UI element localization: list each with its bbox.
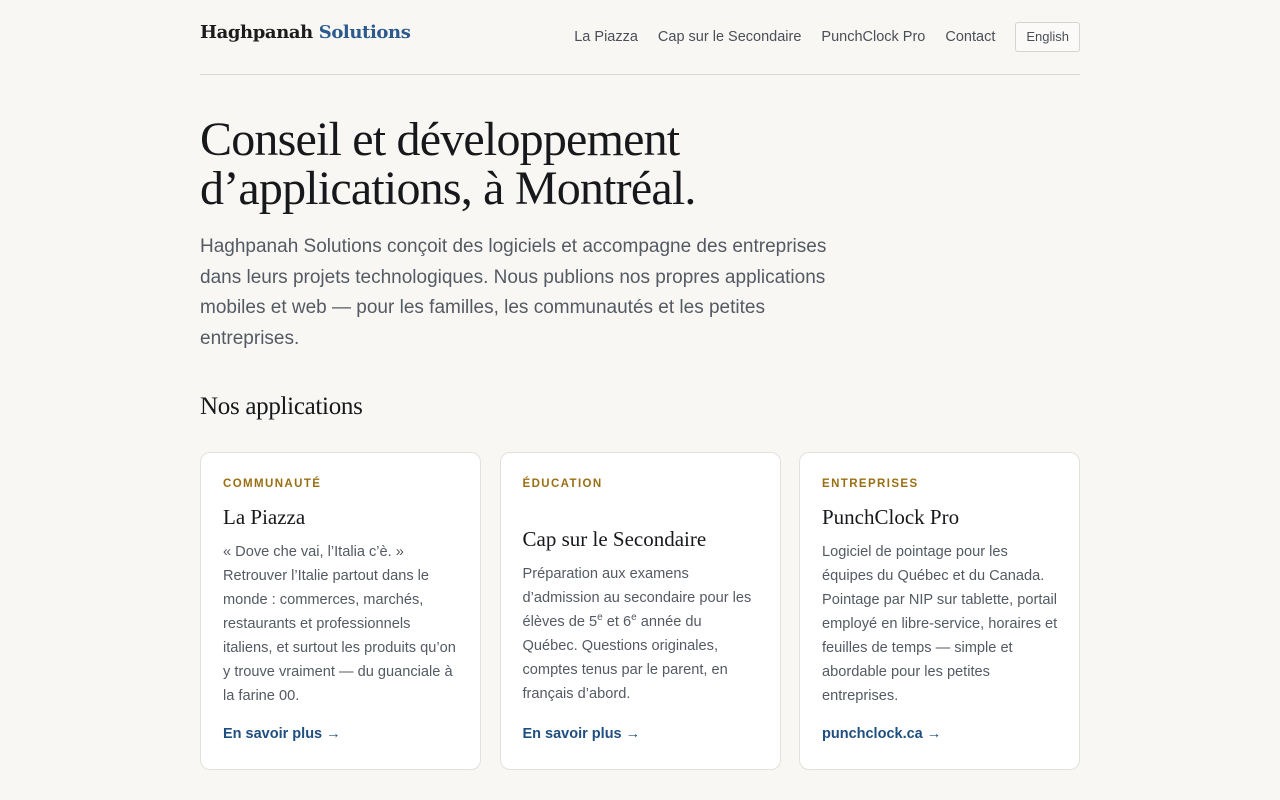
arrow-right-icon: → (926, 726, 942, 742)
language-button[interactable]: English (1015, 22, 1080, 52)
arrow-right-icon: → (326, 726, 341, 742)
arrow-right-icon: → (625, 726, 641, 742)
card-tag: ENTREPRISES (822, 478, 919, 490)
site-header: Haghpanah Solutions La Piazza Cap sur le… (200, 0, 1080, 75)
hero-title-line-1: Conseil et développement (200, 113, 680, 166)
main-nav: La Piazza Cap sur le Secondaire PunchClo… (574, 22, 1080, 52)
brand-logo[interactable]: Haghpanah Solutions (200, 22, 411, 43)
hero-title-line-2: d’applications, à Montréal. (200, 162, 696, 215)
card-title: PunchClock Pro (822, 505, 960, 529)
nav-item-contact[interactable]: Contact (945, 22, 995, 52)
card-description: Logiciel de pointage pour les équipes du… (822, 544, 1058, 704)
link-label: En savoir plus (223, 726, 323, 742)
card-title: La Piazza (223, 505, 306, 529)
app-card-la-piazza: COMMUNAUTÉ La Piazza « Dove che vai, l’I… (200, 452, 481, 770)
page: Haghpanah Solutions La Piazza Cap sur le… (200, 0, 1080, 770)
nav-item-punchclock-pro[interactable]: PunchClock Pro (821, 22, 925, 52)
card-description-part: et 6 (602, 614, 632, 630)
apps-section-title: Nos applications (200, 393, 363, 420)
card-title: Cap sur le Secondaire (522, 527, 707, 551)
card-description: « Dove che vai, l’Italia c’è. » Retrouve… (223, 544, 456, 704)
learn-more-link[interactable]: En savoir plus → (223, 726, 341, 742)
apps-cards: COMMUNAUTÉ La Piazza « Dove che vai, l’I… (200, 452, 1080, 770)
nav-item-la-piazza[interactable]: La Piazza (574, 22, 638, 52)
card-tag: COMMUNAUTÉ (223, 478, 322, 490)
brand-name: Haghpanah (200, 22, 313, 43)
card-tag: ÉDUCATION (522, 478, 603, 490)
card-description: Préparation aux examens d’admission au s… (523, 562, 761, 706)
brand-accent: Solutions (318, 22, 411, 43)
app-card-cap-sur-le-secondaire: ÉDUCATION Cap sur le Secondaire Préparat… (499, 452, 781, 770)
hero-lead: Haghpanah Solutions conçoit des logiciel… (200, 236, 827, 349)
link-label: punchclock.ca (822, 726, 923, 742)
app-card-punchclock-pro: ENTREPRISES PunchClock Pro Logiciel de p… (799, 452, 1080, 770)
learn-more-link[interactable]: En savoir plus → (523, 726, 641, 742)
nav-item-cap-sur-le-secondaire[interactable]: Cap sur le Secondaire (658, 22, 801, 52)
hero-title: Conseil et développement d’applications,… (200, 115, 840, 213)
external-site-link[interactable]: punchclock.ca → (822, 726, 941, 742)
link-label: En savoir plus (522, 726, 622, 742)
